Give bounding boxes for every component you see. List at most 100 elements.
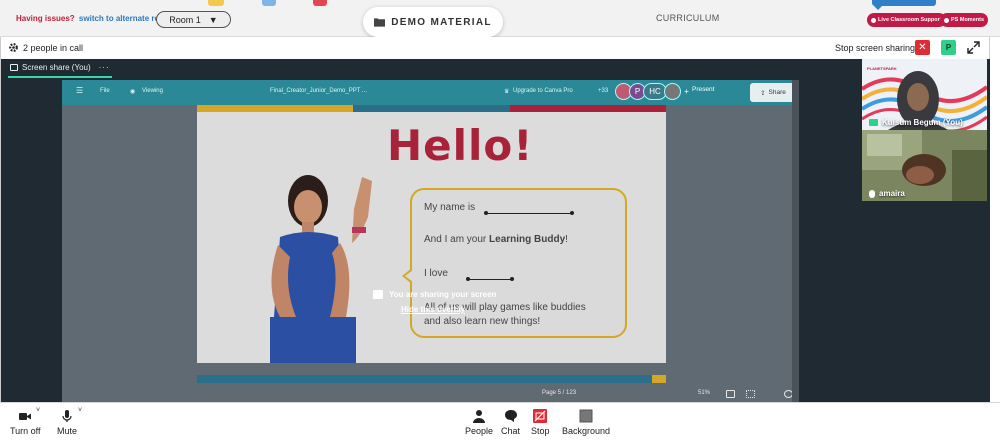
collaborator-avatars: P HC + bbox=[615, 83, 695, 100]
collab-count: +33 bbox=[598, 88, 609, 94]
people-icon bbox=[473, 410, 486, 423]
camera-options-chevron-icon[interactable]: ˅ bbox=[36, 407, 40, 414]
slide-progress-bar bbox=[197, 375, 666, 383]
upgrade-label: Upgrade to Canva Pro bbox=[513, 88, 573, 94]
decor-stripe-yellow bbox=[208, 0, 224, 6]
issues-label: Having issues? bbox=[16, 14, 75, 23]
screen-share-tab-label: Screen share (You) bbox=[22, 63, 91, 72]
slide-line-buddy-suffix: ! bbox=[565, 234, 568, 245]
participant-name: amaira bbox=[879, 189, 905, 198]
viewing-label: Viewing bbox=[142, 88, 163, 94]
chat-button[interactable]: Chat bbox=[501, 409, 520, 436]
curriculum-tab[interactable]: CURRICULUM bbox=[656, 13, 720, 23]
stop-label: Stop bbox=[531, 426, 550, 436]
zoom-level: 51% bbox=[698, 390, 711, 396]
canva-share-button: ⇪ Share bbox=[750, 83, 796, 102]
screen-share-icon bbox=[373, 290, 383, 299]
mic-icon bbox=[869, 189, 875, 198]
crown-icon: ♛ bbox=[504, 89, 510, 95]
support-icon bbox=[871, 17, 876, 23]
slide-line-name: My name is bbox=[424, 202, 476, 213]
participant-tile-self[interactable]: PLANETSPARK Kulsum Begum (You) bbox=[862, 59, 987, 130]
blank-line bbox=[466, 277, 514, 281]
present-label: Present bbox=[692, 86, 715, 93]
slide-line-buddy-prefix: And I am your bbox=[424, 234, 487, 245]
turn-off-label: Turn off bbox=[10, 426, 41, 436]
sharing-message: You are sharing your screen bbox=[373, 290, 496, 299]
live-support-label: Live Classroom Support bbox=[878, 17, 942, 23]
issues-notice: Having issues? switch to alternate room bbox=[16, 14, 171, 23]
call-bar: 2 people in call Stop screen sharing ✕ P bbox=[0, 37, 990, 59]
teacher-photo bbox=[270, 175, 372, 363]
background-icon bbox=[579, 409, 593, 423]
bottom-toolbar: Turn off ˅ Mute ˅ People Chat Stop Backg… bbox=[0, 402, 1000, 441]
presentation-slide: Hello! My name is And I am your Learning… bbox=[197, 105, 666, 363]
top-bar: Having issues? switch to alternate room … bbox=[0, 0, 1000, 37]
shared-screen: ☰ File ◉ Viewing Final_Creator_Junior_De… bbox=[62, 80, 799, 402]
folder-icon bbox=[374, 18, 386, 27]
people-button[interactable]: People bbox=[465, 409, 493, 436]
background-button[interactable]: Background bbox=[562, 409, 610, 436]
participant-label: amaira bbox=[869, 189, 905, 198]
mute-label: Mute bbox=[57, 426, 78, 436]
chat-label: Chat bbox=[501, 426, 521, 436]
slide-line-love: I love bbox=[424, 268, 448, 279]
sharing-overlay: You are sharing your screen Hide this ov… bbox=[361, 282, 541, 318]
slide-progress-end bbox=[652, 375, 666, 383]
fullscreen-icon bbox=[766, 390, 775, 398]
slide-top-stripes bbox=[197, 105, 666, 112]
menu-icon: ☰ bbox=[76, 86, 84, 95]
mic-options-chevron-icon[interactable]: ˅ bbox=[78, 407, 82, 414]
people-count: 2 people in call bbox=[23, 43, 84, 53]
screen-share-icon bbox=[10, 64, 18, 71]
demo-material-button[interactable]: DEMO MATERIAL bbox=[363, 7, 503, 37]
decor-stripe-red bbox=[313, 0, 327, 6]
notification-tab[interactable] bbox=[872, 0, 936, 10]
camera-on-icon bbox=[869, 119, 878, 126]
live-support-button[interactable]: Live Classroom Support bbox=[867, 13, 946, 27]
moments-icon bbox=[944, 17, 949, 23]
upload-icon: ⇪ bbox=[760, 89, 766, 97]
room-select-value: Room 1 bbox=[169, 14, 201, 25]
slide-stripe bbox=[353, 105, 510, 112]
more-icon[interactable]: ··· bbox=[99, 63, 110, 72]
sharing-message-text: You are sharing your screen bbox=[389, 290, 497, 299]
mute-button[interactable]: Mute bbox=[57, 409, 77, 436]
camera-icon bbox=[19, 413, 32, 420]
slide-stripe bbox=[509, 105, 666, 112]
doc-title: Final_Creator_Junior_Demo_PPT ... bbox=[270, 88, 367, 94]
mic-icon bbox=[62, 410, 72, 422]
ps-moments-button[interactable]: PS Moments bbox=[940, 13, 989, 27]
screen-share-tab[interactable]: Screen share (You) ··· bbox=[8, 59, 112, 78]
shared-screen-scrollbar bbox=[792, 80, 799, 402]
canva-footer: Page 5 / 123 51% bbox=[62, 388, 799, 402]
stop-share-icon bbox=[533, 409, 548, 423]
participant-name: Kulsum Begum (You) bbox=[882, 118, 963, 127]
brand-logo: PLANETSPARK bbox=[867, 66, 897, 71]
ps-moments-label: PS Moments bbox=[951, 17, 985, 23]
expand-icon[interactable] bbox=[967, 41, 980, 54]
main-stage: Screen share (You) ··· ☰ File ◉ Viewing … bbox=[0, 59, 990, 402]
participant-label: Kulsum Begum (You) bbox=[869, 118, 963, 127]
chat-icon bbox=[504, 410, 517, 422]
room-select[interactable]: Room 1 ▼ bbox=[156, 11, 231, 28]
slide-line-buddy-bold: Learning Buddy bbox=[489, 234, 566, 245]
p-badge-button[interactable]: P bbox=[941, 40, 956, 55]
blank-line bbox=[484, 211, 574, 215]
canva-share-label: Share bbox=[768, 89, 786, 96]
stop-screen-sharing-label: Stop screen sharing bbox=[835, 43, 916, 53]
people-label: People bbox=[465, 426, 494, 436]
notes-icon bbox=[726, 390, 735, 398]
decor-stripe-blue bbox=[262, 0, 276, 6]
stop-sharing-close-button[interactable]: ✕ bbox=[915, 40, 930, 55]
page-indicator: Page 5 / 123 bbox=[542, 390, 577, 396]
stop-sharing-button[interactable]: Stop bbox=[531, 409, 550, 436]
gear-icon[interactable] bbox=[8, 42, 19, 53]
participant-tile-amaira[interactable]: amaira bbox=[862, 130, 987, 201]
eye-icon: ◉ bbox=[130, 89, 136, 95]
demo-material-label: DEMO MATERIAL bbox=[391, 16, 492, 28]
grid-view-icon bbox=[746, 390, 755, 398]
background-label: Background bbox=[562, 426, 611, 436]
canva-canvas: Hello! My name is And I am your Learning… bbox=[62, 105, 799, 402]
hide-overlay-link[interactable]: Hide this overlay bbox=[401, 305, 465, 314]
